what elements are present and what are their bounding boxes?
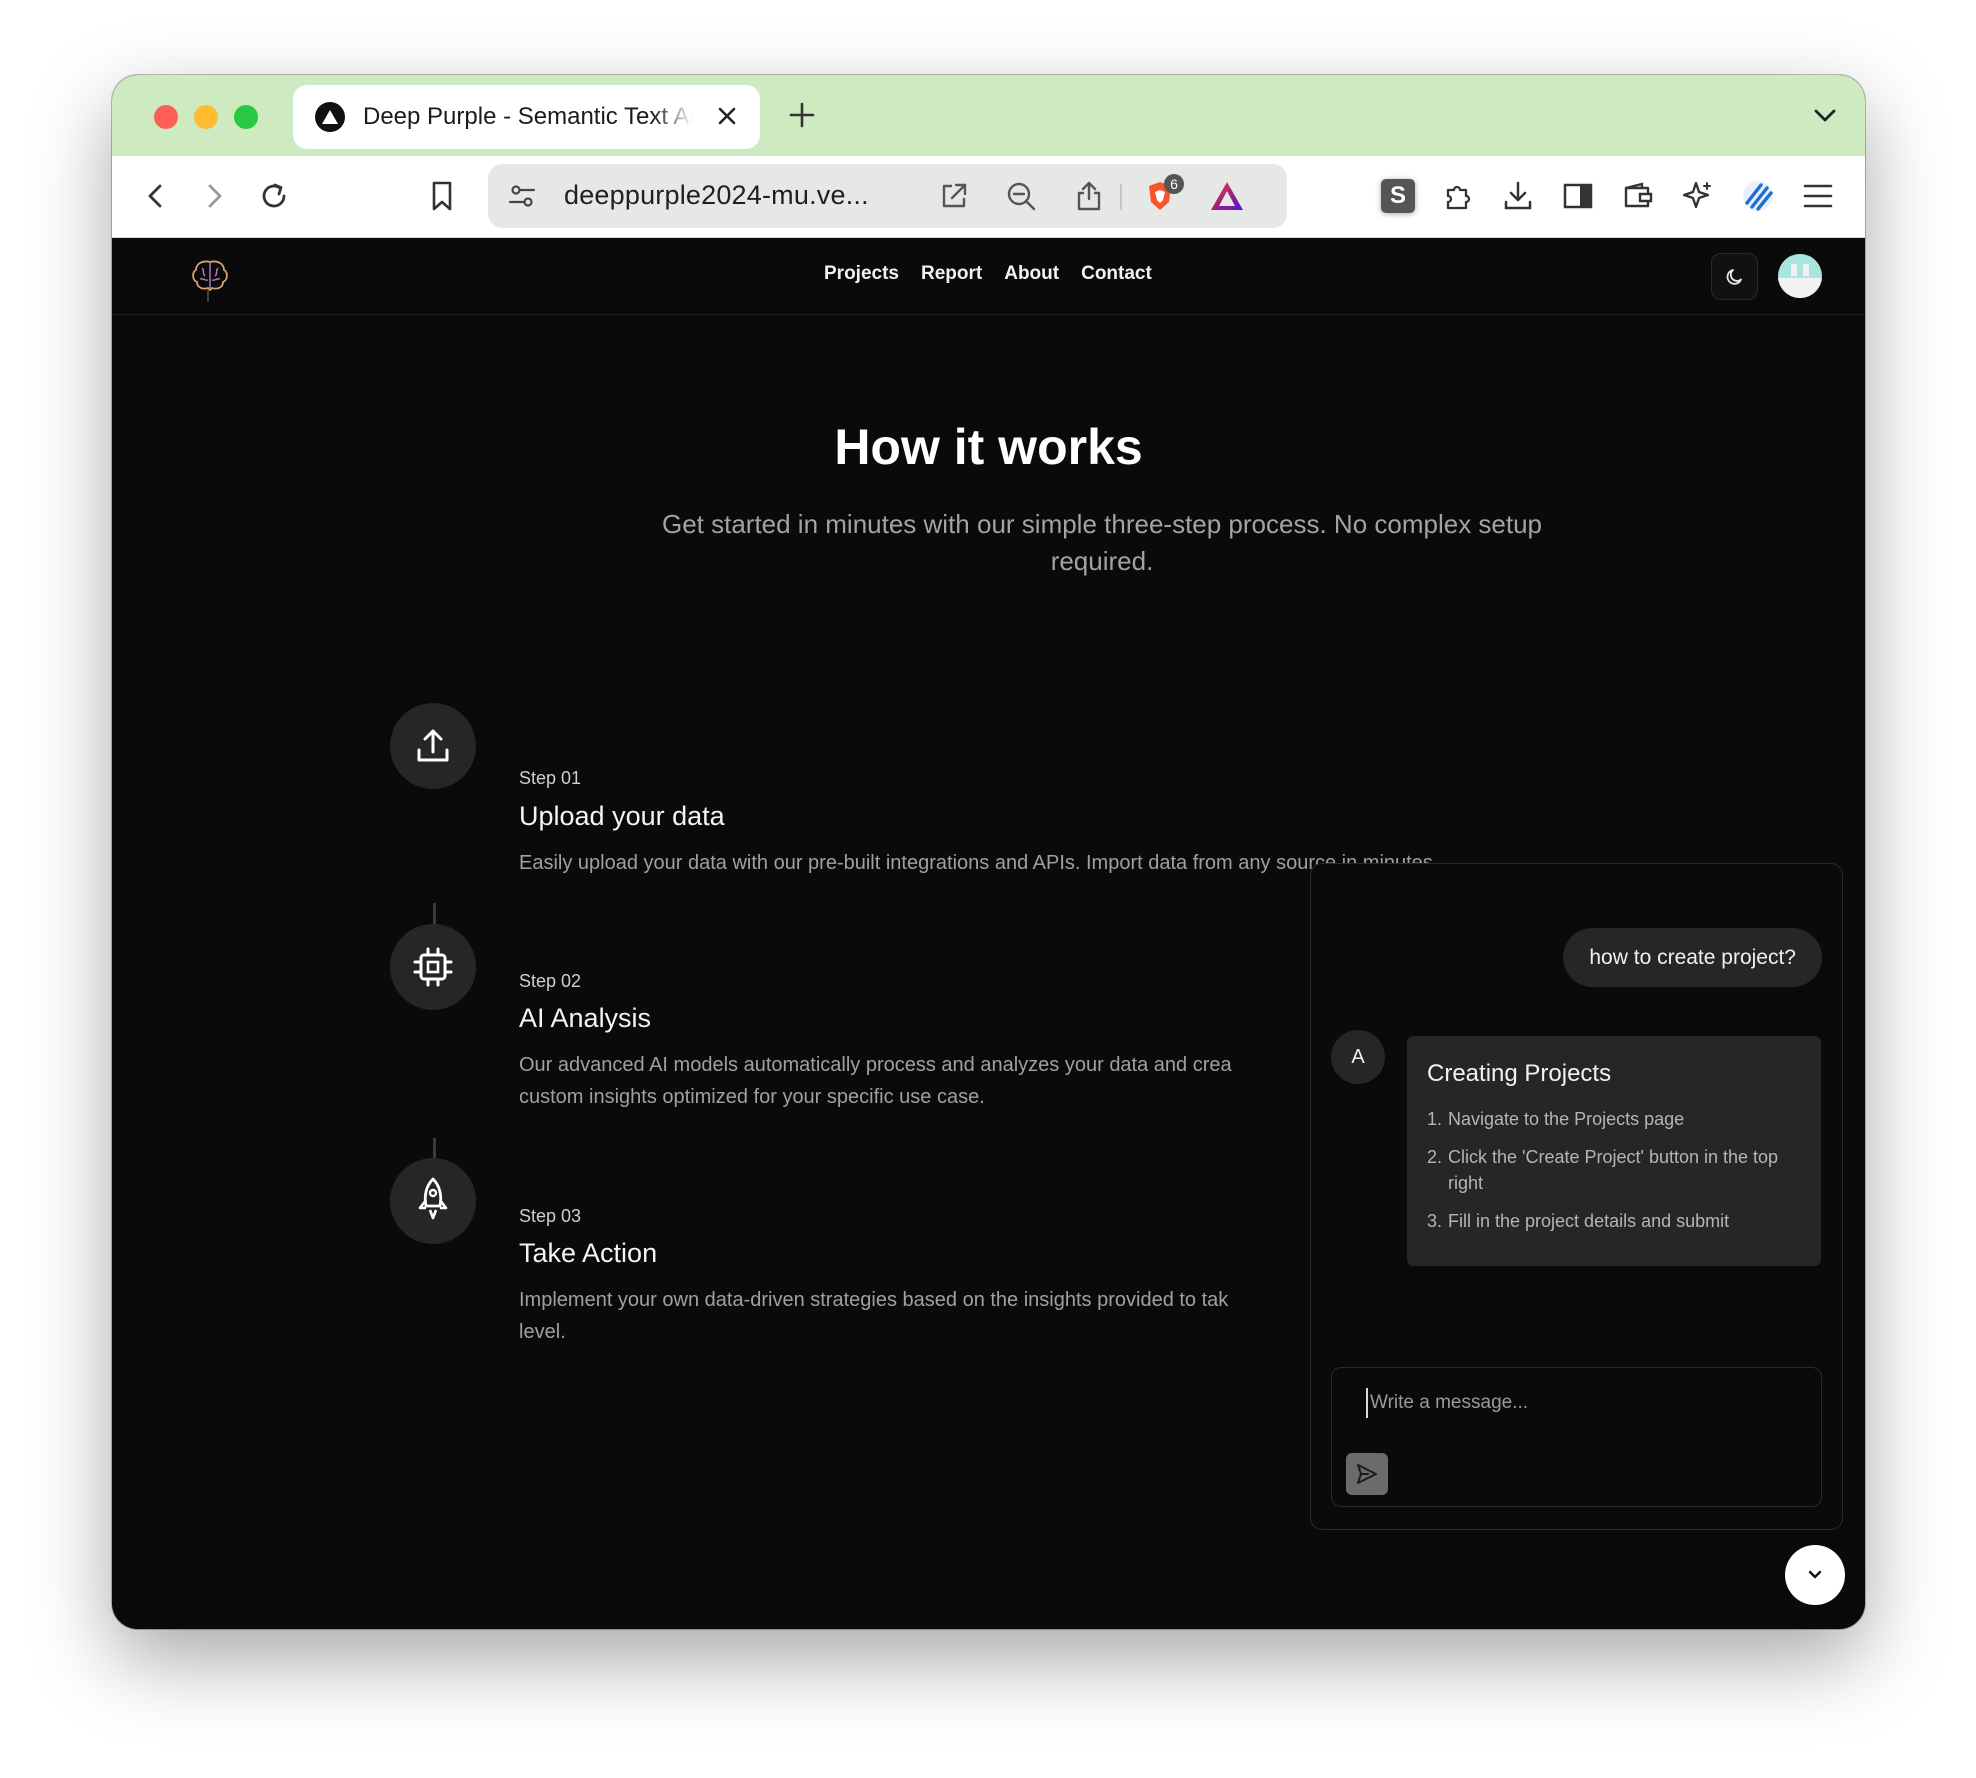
site-settings-icon[interactable] [502,176,542,216]
moon-icon [1726,268,1742,285]
new-tab-icon[interactable] [788,101,816,129]
minimize-window-button[interactable] [194,105,218,129]
assistant-avatar: A [1331,1030,1385,1084]
user-message-bubble: how to create project? [1563,928,1822,987]
main-nav: Projects Report About Contact [824,263,1152,285]
send-button[interactable] [1346,1453,1388,1495]
section-subtitle: Get started in minutes with our simple t… [661,509,1543,576]
address-bar[interactable]: deeppurple2024-mu.ve... 6 [488,164,1287,228]
step-1-title: Upload your data [519,801,725,831]
step-3-icon-circle [390,1158,476,1244]
maximize-window-button[interactable] [234,105,258,129]
user-avatar[interactable] [1778,254,1822,298]
step-1-label: Step 01 [519,768,582,788]
extensions-puzzle-icon[interactable] [1438,176,1478,216]
theme-toggle-button[interactable] [1711,253,1758,300]
sidebar-toggle-icon[interactable] [1558,176,1598,216]
chevron-down-icon[interactable] [1811,103,1839,129]
share-icon[interactable] [1069,176,1109,216]
step-2-title: AI Analysis [519,1003,652,1033]
rocket-icon [418,1177,448,1220]
wallet-icon[interactable] [1618,176,1658,216]
list-item: 3. Fill in the project details and submit [1427,1211,1730,1231]
assistant-message-bubble: Creating Projects 1. Navigate to the Proj… [1407,1036,1821,1266]
browser-toolbar: deeppurple2024-mu.ve... 6 S [112,156,1865,238]
close-window-button[interactable] [154,105,178,129]
web-page: Projects Report About Contact How it wor… [112,238,1865,1629]
step-1-description: Easily upload your data with our pre-bui… [519,852,1439,874]
downloads-icon[interactable] [1498,176,1538,216]
browser-window: Deep Purple - Semantic Text Analysis [112,75,1865,1629]
upload-icon [417,729,449,762]
brain-logo-icon[interactable] [188,254,232,304]
open-external-icon[interactable] [934,176,974,216]
chat-composer [1331,1367,1822,1507]
step-3-description: Implement your own data-driven strategie… [519,1289,1229,1343]
nav-report[interactable]: Report [921,263,982,285]
step-1-icon-circle [390,703,476,789]
list-item: 2. Click the 'Create Project' button in t… [1427,1147,1779,1193]
nav-contact[interactable]: Contact [1081,263,1152,285]
step-3-label: Step 03 [519,1206,582,1226]
nav-about[interactable]: About [1004,263,1059,285]
step-2-label: Step 02 [519,971,582,991]
title-bar: Deep Purple - Semantic Text Analysis [112,75,1865,156]
hamburger-menu-icon[interactable] [1798,176,1838,216]
bookmark-icon[interactable] [422,176,462,216]
close-tab-icon[interactable] [714,103,740,129]
browser-tab-active[interactable]: Deep Purple - Semantic Text Analysis [293,85,760,149]
brave-rewards-icon[interactable] [1207,176,1247,216]
site-header: Projects Report About Contact [112,238,1865,315]
cpu-icon [413,947,453,987]
back-icon[interactable] [136,176,176,216]
shields-badge: 6 [1164,174,1184,194]
step-2-icon-circle [390,924,476,1010]
chevron-down-icon [1808,1570,1822,1579]
assistant-steps-list: 1. Navigate to the Projects page 2. Click … [1427,1106,1801,1234]
vpn-extension-icon[interactable] [1738,176,1778,216]
chat-panel: how to create project? A Creating Projec… [1310,863,1843,1530]
send-icon [1357,1464,1377,1484]
leo-ai-icon[interactable] [1678,176,1718,216]
section-title: How it works [834,419,1143,475]
assistant-message-title: Creating Projects [1427,1060,1612,1087]
step-2-description: Our advanced AI models automatically pro… [519,1054,1232,1108]
extension-s-icon[interactable]: S [1378,176,1418,216]
scroll-down-button[interactable] [1785,1545,1845,1605]
list-item: 1. Navigate to the Projects page [1427,1109,1685,1129]
tab-title: Deep Purple - Semantic Text Analysis [363,103,693,130]
nav-projects[interactable]: Projects [824,263,899,285]
site-favicon-icon [315,102,345,132]
forward-icon[interactable] [194,176,234,216]
url-text: deeppurple2024-mu.ve... [564,180,869,210]
divider [1120,184,1122,210]
brave-shields-icon[interactable]: 6 [1140,174,1184,216]
zoom-out-icon[interactable] [1001,176,1041,216]
step-3-title: Take Action [519,1238,658,1268]
message-input[interactable] [1366,1388,1786,1418]
reload-icon[interactable] [254,176,294,216]
